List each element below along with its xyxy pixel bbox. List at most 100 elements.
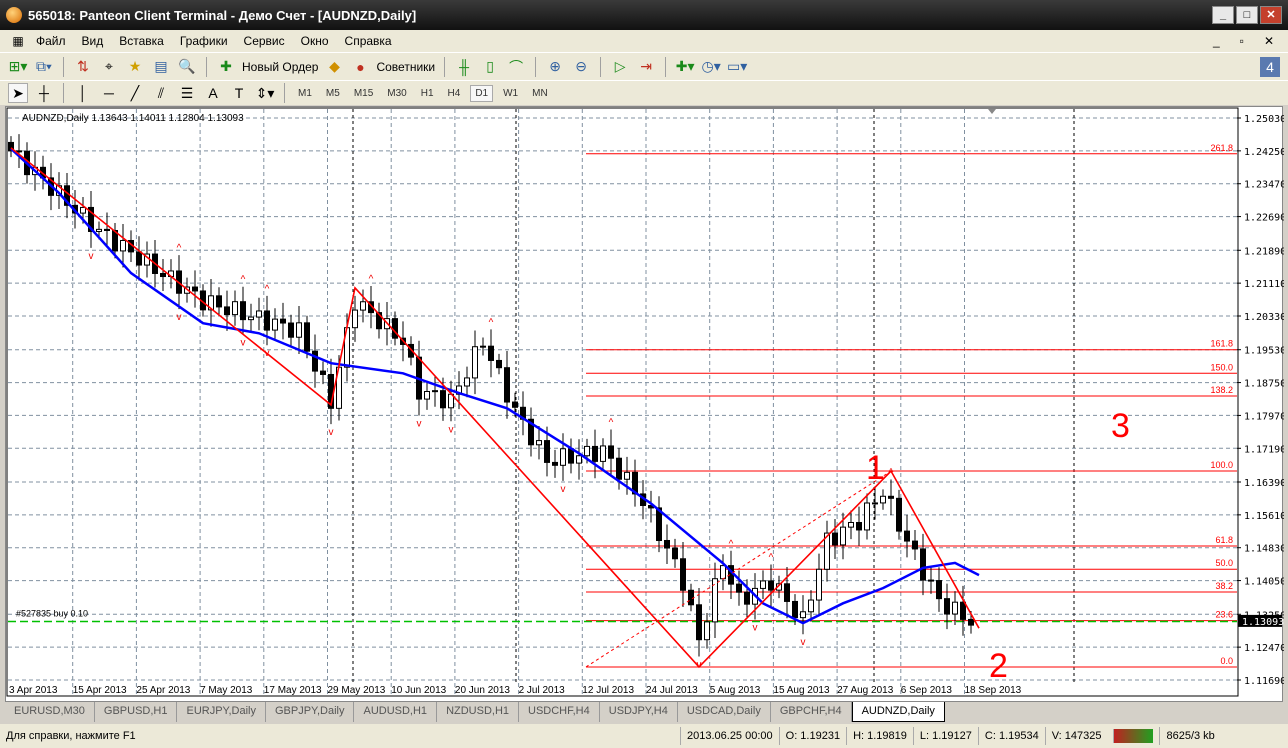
timeframe-m30[interactable]: M30 <box>383 86 410 101</box>
chart-header: AUDNZD,Daily 1.13643 1.14011 1.12804 1.1… <box>22 113 244 124</box>
chart-tab[interactable]: GBPCHF,H4 <box>771 702 852 722</box>
chart-shift-icon[interactable]: ⇥ <box>636 57 656 77</box>
price-tick-label: 1.16390 <box>1244 478 1284 489</box>
timeframe-w1[interactable]: W1 <box>499 86 522 101</box>
chart-tab[interactable]: GBPJPY,Daily <box>266 702 355 722</box>
menu-insert[interactable]: Вставка <box>111 34 172 48</box>
mdi-close-button[interactable]: ✕ <box>1256 34 1282 48</box>
price-tick-label: 1.23470 <box>1244 180 1284 191</box>
chart-tab[interactable]: EURJPY,Daily <box>177 702 266 722</box>
fibonacci-icon[interactable]: ☰ <box>177 83 197 103</box>
profiles-icon[interactable]: ⧉▾ <box>34 57 54 77</box>
menu-help[interactable]: Справка <box>337 34 400 48</box>
zoom-out-icon[interactable]: ⊖ <box>571 57 591 77</box>
templates-icon[interactable]: ▭▾ <box>727 57 747 77</box>
candle-body <box>856 521 862 531</box>
price-tick-label: 1.15610 <box>1244 511 1284 522</box>
candle-body <box>360 301 366 311</box>
candle-body <box>936 580 942 600</box>
candle-body <box>944 598 950 615</box>
candle-body <box>912 540 918 550</box>
periods-clock-icon[interactable]: ◷▾ <box>701 57 721 77</box>
price-tick-label: 1.21890 <box>1244 246 1284 257</box>
chart-tab[interactable]: USDCAD,Daily <box>678 702 771 722</box>
timeframe-h4[interactable]: H4 <box>444 86 465 101</box>
tester-icon[interactable]: 🔍 <box>177 57 197 77</box>
chart-tab[interactable]: USDJPY,H4 <box>600 702 678 722</box>
chart-tab[interactable]: AUDUSD,H1 <box>354 702 438 722</box>
autoscroll-icon[interactable]: ▷ <box>610 57 630 77</box>
new-order-button[interactable]: Новый Ордер <box>242 60 318 74</box>
timeframe-h1[interactable]: H1 <box>417 86 438 101</box>
timeframe-d1[interactable]: D1 <box>470 84 494 102</box>
menu-view[interactable]: Вид <box>74 34 112 48</box>
fractal-down-icon: v <box>417 418 422 429</box>
close-button[interactable]: ✕ <box>1260 6 1282 24</box>
chart-tab[interactable]: USDCHF,H4 <box>519 702 600 722</box>
menu-window[interactable]: Окно <box>293 34 337 48</box>
trendline-icon[interactable]: ╱ <box>125 83 145 103</box>
navigator-icon[interactable]: ★ <box>125 57 145 77</box>
horizontal-line-icon[interactable]: ─ <box>99 83 119 103</box>
candle-body <box>544 440 550 463</box>
fib-level-label: 161.8 <box>1210 339 1233 349</box>
chart-tab[interactable]: GBPUSD,H1 <box>95 702 178 722</box>
candle-body <box>480 345 486 348</box>
candle-body <box>760 580 766 589</box>
crosshair-icon[interactable]: ┼ <box>34 83 54 103</box>
candle-body <box>920 548 926 581</box>
candle-body <box>784 583 790 602</box>
new-order-icon[interactable]: ✚ <box>216 57 236 77</box>
arrows-icon[interactable]: ⇕▾ <box>255 83 275 103</box>
mdi-minimize-button[interactable]: _ <box>1205 34 1228 48</box>
candle-body <box>280 318 286 324</box>
minimize-button[interactable]: _ <box>1212 6 1234 24</box>
timeframe-m15[interactable]: M15 <box>350 86 377 101</box>
vertical-line-icon[interactable]: │ <box>73 83 93 103</box>
market-watch-icon[interactable]: ⇅ <box>73 57 93 77</box>
timeframe-m5[interactable]: M5 <box>322 86 344 101</box>
zoom-in-icon[interactable]: ⊕ <box>545 57 565 77</box>
price-chart[interactable]: 1.25030 1.24250 1.23470 1.22690 1.21890 1.211… <box>6 107 1284 703</box>
timeframe-mn[interactable]: MN <box>528 86 552 101</box>
menu-tools[interactable]: Сервис <box>236 34 293 48</box>
text-label-icon[interactable]: T <box>229 83 249 103</box>
chart-window[interactable]: 1.25030 1.24250 1.23470 1.22690 1.21890 1.211… <box>5 106 1284 703</box>
candle-body <box>704 621 710 641</box>
chart-tab[interactable]: EURUSD,M30 <box>5 702 95 722</box>
fib-level-label: 261.8 <box>1210 143 1233 153</box>
price-tick-label: 1.24250 <box>1244 147 1284 158</box>
menu-charts[interactable]: Графики <box>172 34 236 48</box>
experts-button[interactable]: Советники <box>376 60 435 74</box>
chart-tab[interactable]: AUDNZD,Daily <box>851 702 945 722</box>
zigzag-line <box>10 147 980 669</box>
mdi-restore-button[interactable]: ▫ <box>1232 34 1252 48</box>
date-tick-label: 15 Aug 2013 <box>773 685 830 696</box>
candle-body <box>896 497 902 532</box>
channel-icon[interactable]: ⫽ <box>151 83 171 103</box>
status-close: C: 1.19534 <box>977 727 1045 745</box>
chat-icon[interactable]: 4 <box>1260 56 1280 77</box>
chart-tab[interactable]: NZDUSD,H1 <box>437 702 520 722</box>
terminal-icon[interactable]: ▤ <box>151 57 171 77</box>
warning-icon[interactable]: ◆ <box>324 57 344 77</box>
date-tick-label: 24 Jul 2013 <box>646 685 698 696</box>
text-icon[interactable]: A <box>203 83 223 103</box>
experts-icon[interactable]: ● <box>350 57 370 77</box>
maximize-button[interactable]: □ <box>1236 6 1258 24</box>
date-tick-label: 7 May 2013 <box>200 685 253 696</box>
menu-file[interactable]: Файл <box>28 34 74 48</box>
candle-body <box>440 390 446 409</box>
candle-body <box>768 580 774 591</box>
candle-body <box>808 599 814 613</box>
bar-chart-icon[interactable]: ╫ <box>454 57 474 77</box>
indicators-icon[interactable]: ✚▾ <box>675 57 695 77</box>
line-chart-icon[interactable]: ⌒ <box>506 57 526 77</box>
candle-body <box>352 309 358 329</box>
cursor-icon[interactable]: ➤ <box>8 83 28 103</box>
data-window-icon[interactable]: ⌖ <box>99 57 119 77</box>
candle-chart-icon[interactable]: ▯ <box>480 57 500 77</box>
timeframe-m1[interactable]: M1 <box>294 86 316 101</box>
date-tick-label: 6 Sep 2013 <box>901 685 953 696</box>
new-chart-icon[interactable]: ⊞▾ <box>8 57 28 77</box>
